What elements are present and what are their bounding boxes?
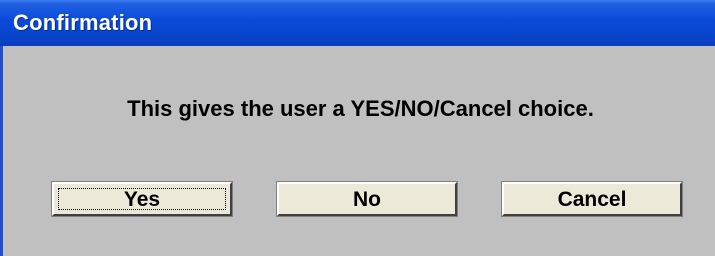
cancel-button-label: Cancel [557,187,627,211]
cancel-button[interactable]: Cancel [501,181,683,217]
yes-button-label: Yes [123,187,161,211]
yes-button[interactable]: Yes [51,181,233,217]
window-title: Confirmation [13,10,153,35]
title-bar[interactable]: Confirmation [0,0,715,46]
dialog-message: This gives the user a YES/NO/Cancel choi… [127,96,594,121]
confirmation-dialog: Confirmation This gives the user a YES/N… [0,0,715,256]
no-button[interactable]: No [276,181,458,217]
no-button-label: No [353,187,381,211]
